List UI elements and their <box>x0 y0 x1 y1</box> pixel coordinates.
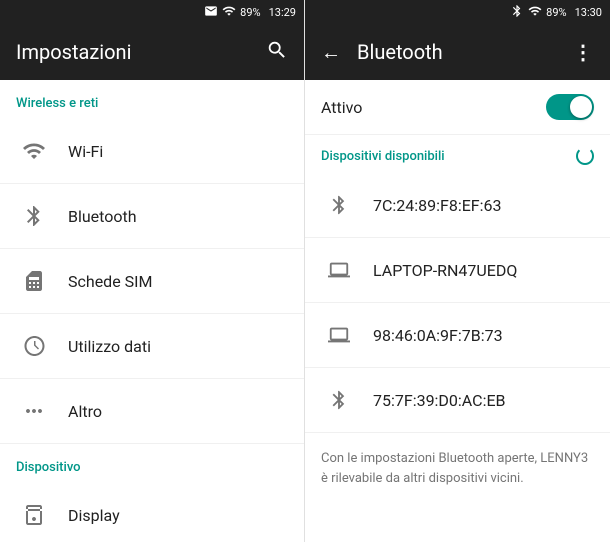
device-bluetooth-icon-1 <box>321 187 357 223</box>
bluetooth-item[interactable]: Bluetooth <box>0 184 304 249</box>
devices-section-label: Dispositivi disponibili <box>305 135 610 173</box>
bluetooth-header: ← Bluetooth ⋮ <box>305 24 610 80</box>
left-signal-icon <box>222 4 236 21</box>
device-item-1[interactable]: 7C:24:89:F8:EF:63 <box>305 173 610 238</box>
device-laptop-icon-3 <box>321 317 357 353</box>
attivo-row: Attivo <box>305 80 610 135</box>
bluetooth-toggle[interactable] <box>546 94 594 120</box>
right-status-bar: 89% 13:30 <box>305 0 610 24</box>
bluetooth-panel: 89% 13:30 ← Bluetooth ⋮ Attivo Dispositi… <box>305 0 610 542</box>
bluetooth-title: Bluetooth <box>357 40 557 64</box>
wifi-icon <box>16 133 52 169</box>
back-button[interactable]: ← <box>321 40 341 65</box>
sim-icon <box>16 263 52 299</box>
settings-panel: 89% 13:29 Impostazioni Wireless e reti W… <box>0 0 305 542</box>
right-time: 13:30 <box>575 6 602 19</box>
search-icon[interactable] <box>266 39 288 65</box>
device-item-2[interactable]: LAPTOP-RN47UEDQ <box>305 238 610 303</box>
device-bluetooth-icon-4 <box>321 382 357 418</box>
device-name-2: LAPTOP-RN47UEDQ <box>373 261 517 280</box>
more-options-button[interactable]: ⋮ <box>573 40 594 64</box>
left-time: 13:29 <box>269 6 296 19</box>
loading-spinner <box>576 147 594 165</box>
right-bluetooth-icon <box>510 4 524 21</box>
device-name-3: 98:46:0A:9F:7B:73 <box>373 326 503 345</box>
right-signal-icon <box>528 4 542 21</box>
sim-label: Schede SIM <box>68 272 152 291</box>
devices-label-text: Dispositivi disponibili <box>321 149 445 164</box>
wifi-label: Wi-Fi <box>68 142 103 161</box>
altro-label: Altro <box>68 402 102 421</box>
wifi-item[interactable]: Wi-Fi <box>0 119 304 184</box>
left-status-bar: 89% 13:29 <box>0 0 304 24</box>
bluetooth-icon <box>16 198 52 234</box>
left-status-icons <box>204 4 218 21</box>
left-battery-text: 89% <box>240 6 260 19</box>
settings-list: Wireless e reti Wi-Fi Bluetooth Schede S… <box>0 80 304 542</box>
altro-icon <box>16 393 52 429</box>
altro-item[interactable]: Altro <box>0 379 304 444</box>
data-usage-icon <box>16 328 52 364</box>
settings-title: Impostazioni <box>16 40 131 64</box>
device-section-label: Dispositivo <box>0 444 304 483</box>
bluetooth-label: Bluetooth <box>68 207 137 226</box>
device-laptop-icon-2 <box>321 252 357 288</box>
display-label: Display <box>68 506 120 525</box>
display-icon <box>16 497 52 533</box>
bluetooth-content: Attivo Dispositivi disponibili 7C:24:89:… <box>305 80 610 542</box>
display-item[interactable]: Display <box>0 483 304 542</box>
device-item-4[interactable]: 75:7F:39:D0:AC:EB <box>305 368 610 433</box>
sim-item[interactable]: Schede SIM <box>0 249 304 314</box>
data-usage-item[interactable]: Utilizzo dati <box>0 314 304 379</box>
data-usage-label: Utilizzo dati <box>68 337 151 356</box>
device-item-3[interactable]: 98:46:0A:9F:7B:73 <box>305 303 610 368</box>
device-name-4: 75:7F:39:D0:AC:EB <box>373 391 506 410</box>
toggle-knob <box>570 96 592 118</box>
device-name-1: 7C:24:89:F8:EF:63 <box>373 196 502 215</box>
right-battery-text: 89% <box>546 6 566 19</box>
wireless-section-label: Wireless e reti <box>0 80 304 119</box>
settings-header: Impostazioni <box>0 24 304 80</box>
attivo-label: Attivo <box>321 98 362 117</box>
bluetooth-info: Con le impostazioni Bluetooth aperte, LE… <box>305 433 610 504</box>
